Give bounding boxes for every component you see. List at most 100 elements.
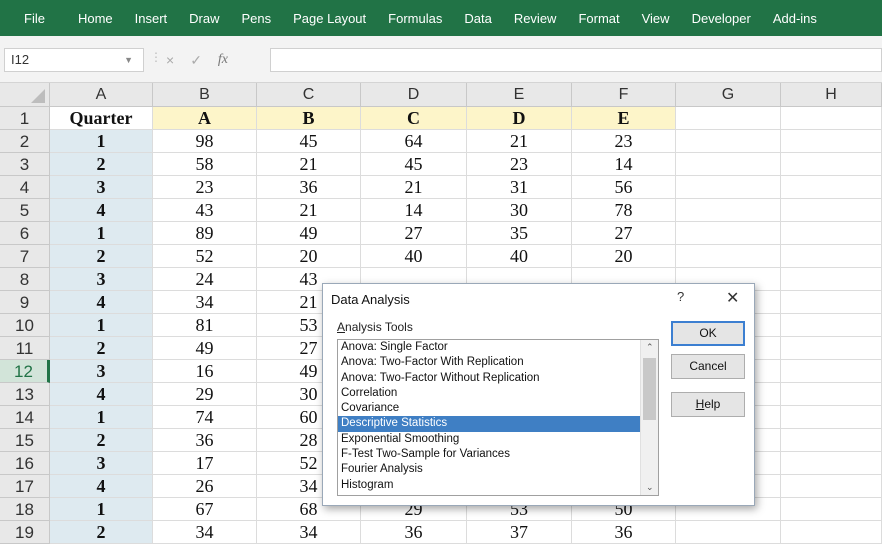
- list-item[interactable]: Anova: Two-Factor With Replication: [338, 355, 641, 370]
- cell-d2[interactable]: 64: [361, 130, 467, 153]
- cell-a18[interactable]: 1: [50, 498, 153, 521]
- ribbon-tab[interactable]: File: [0, 11, 67, 26]
- cell-c6[interactable]: 49: [257, 222, 361, 245]
- cell-h5[interactable]: [781, 199, 882, 222]
- cell-d7[interactable]: 40: [361, 245, 467, 268]
- cell-c2[interactable]: 45: [257, 130, 361, 153]
- cell-b5[interactable]: 43: [153, 199, 257, 222]
- ribbon-tab[interactable]: Format: [567, 11, 630, 26]
- cell-h6[interactable]: [781, 222, 882, 245]
- cell-a4[interactable]: 3: [50, 176, 153, 199]
- formula-input[interactable]: [270, 48, 882, 72]
- row-header-8[interactable]: 8: [0, 268, 50, 291]
- cell-e1[interactable]: D: [467, 107, 572, 130]
- cell-c7[interactable]: 20: [257, 245, 361, 268]
- cell-a14[interactable]: 1: [50, 406, 153, 429]
- cell-a17[interactable]: 4: [50, 475, 153, 498]
- cell-c19[interactable]: 34: [257, 521, 361, 544]
- cell-f2[interactable]: 23: [572, 130, 676, 153]
- cancel-button[interactable]: Cancel: [671, 354, 745, 379]
- cell-a15[interactable]: 2: [50, 429, 153, 452]
- cell-a19[interactable]: 2: [50, 521, 153, 544]
- cell-a6[interactable]: 1: [50, 222, 153, 245]
- row-header-19[interactable]: 19: [0, 521, 50, 544]
- cell-d19[interactable]: 36: [361, 521, 467, 544]
- cell-h9[interactable]: [781, 291, 882, 314]
- chevron-down-icon[interactable]: ⌄: [646, 482, 654, 493]
- cell-c4[interactable]: 36: [257, 176, 361, 199]
- ribbon-tab[interactable]: Developer: [681, 11, 762, 26]
- cell-e3[interactable]: 23: [467, 153, 572, 176]
- row-header-3[interactable]: 3: [0, 153, 50, 176]
- list-item[interactable]: Correlation: [338, 386, 641, 401]
- cell-b16[interactable]: 17: [153, 452, 257, 475]
- row-header-14[interactable]: 14: [0, 406, 50, 429]
- cell-b10[interactable]: 81: [153, 314, 257, 337]
- ribbon-tab[interactable]: Data: [453, 11, 502, 26]
- cell-f5[interactable]: 78: [572, 199, 676, 222]
- cell-a16[interactable]: 3: [50, 452, 153, 475]
- cell-g3[interactable]: [676, 153, 781, 176]
- cell-b12[interactable]: 16: [153, 360, 257, 383]
- insert-function-icon[interactable]: fx: [218, 52, 228, 68]
- ribbon-tab[interactable]: Home: [67, 11, 124, 26]
- cell-h7[interactable]: [781, 245, 882, 268]
- cell-a10[interactable]: 1: [50, 314, 153, 337]
- cell-b17[interactable]: 26: [153, 475, 257, 498]
- column-header-h[interactable]: H: [781, 83, 882, 107]
- row-header-1[interactable]: 1: [0, 107, 50, 130]
- cell-a3[interactable]: 2: [50, 153, 153, 176]
- cell-d4[interactable]: 21: [361, 176, 467, 199]
- row-header-15[interactable]: 15: [0, 429, 50, 452]
- list-item[interactable]: Anova: Single Factor: [338, 340, 641, 355]
- cell-b19[interactable]: 34: [153, 521, 257, 544]
- cell-h16[interactable]: [781, 452, 882, 475]
- cell-b6[interactable]: 89: [153, 222, 257, 245]
- ribbon-tab[interactable]: Add-ins: [762, 11, 828, 26]
- scrollbar-thumb[interactable]: [643, 358, 656, 420]
- cell-h4[interactable]: [781, 176, 882, 199]
- cell-b8[interactable]: 24: [153, 268, 257, 291]
- cell-f19[interactable]: 36: [572, 521, 676, 544]
- ribbon-tab[interactable]: Page Layout: [282, 11, 377, 26]
- cell-f7[interactable]: 20: [572, 245, 676, 268]
- row-header-13[interactable]: 13: [0, 383, 50, 406]
- cell-h1[interactable]: [781, 107, 882, 130]
- cell-h18[interactable]: [781, 498, 882, 521]
- row-header-16[interactable]: 16: [0, 452, 50, 475]
- cell-b2[interactable]: 98: [153, 130, 257, 153]
- cell-b15[interactable]: 36: [153, 429, 257, 452]
- cell-b11[interactable]: 49: [153, 337, 257, 360]
- cell-f4[interactable]: 56: [572, 176, 676, 199]
- cell-a7[interactable]: 2: [50, 245, 153, 268]
- select-all-corner[interactable]: [0, 83, 50, 107]
- list-item[interactable]: Descriptive Statistics: [338, 416, 641, 432]
- cell-d6[interactable]: 27: [361, 222, 467, 245]
- help-button[interactable]: Help: [671, 392, 745, 417]
- cell-g2[interactable]: [676, 130, 781, 153]
- close-icon[interactable]: ✕: [726, 288, 739, 308]
- cell-b9[interactable]: 34: [153, 291, 257, 314]
- cell-a2[interactable]: 1: [50, 130, 153, 153]
- cell-e7[interactable]: 40: [467, 245, 572, 268]
- cell-h15[interactable]: [781, 429, 882, 452]
- cell-a13[interactable]: 4: [50, 383, 153, 406]
- cell-c1[interactable]: B: [257, 107, 361, 130]
- cell-e6[interactable]: 35: [467, 222, 572, 245]
- cell-f6[interactable]: 27: [572, 222, 676, 245]
- row-header-11[interactable]: 11: [0, 337, 50, 360]
- cell-f3[interactable]: 14: [572, 153, 676, 176]
- name-box[interactable]: I12 ▼: [4, 48, 144, 72]
- row-header-7[interactable]: 7: [0, 245, 50, 268]
- cell-a12[interactable]: 3: [50, 360, 153, 383]
- row-header-18[interactable]: 18: [0, 498, 50, 521]
- analysis-tools-listbox[interactable]: Anova: Single Factor Anova: Two-Factor Wi…: [337, 339, 659, 496]
- column-header-g[interactable]: G: [676, 83, 781, 107]
- cell-b1[interactable]: A: [153, 107, 257, 130]
- cell-h19[interactable]: [781, 521, 882, 544]
- cell-g4[interactable]: [676, 176, 781, 199]
- cell-a11[interactable]: 2: [50, 337, 153, 360]
- chevron-down-icon[interactable]: ▼: [124, 49, 133, 71]
- column-header-b[interactable]: B: [153, 83, 257, 107]
- cell-a5[interactable]: 4: [50, 199, 153, 222]
